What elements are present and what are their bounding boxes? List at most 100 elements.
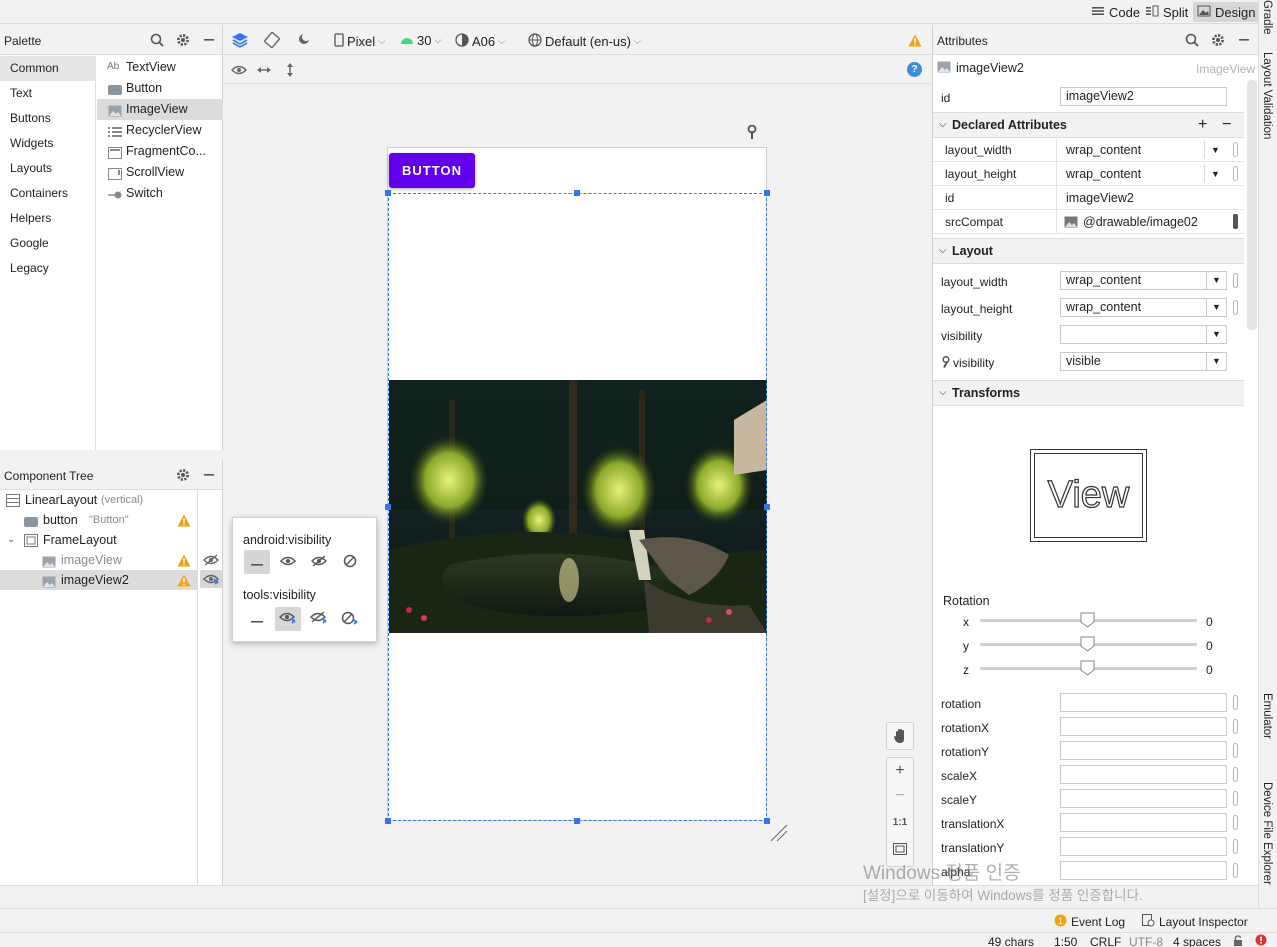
lock-icon[interactable] <box>1233 935 1243 947</box>
attributes-scrollbar[interactable] <box>1247 80 1257 330</box>
imageview2-selection[interactable] <box>385 190 770 824</box>
palette-item-button[interactable]: Button <box>97 78 223 99</box>
resource-picker-icon[interactable] <box>1233 166 1238 181</box>
palette-item-imageview[interactable]: ImageView <box>97 99 223 120</box>
search-icon[interactable] <box>149 32 165 48</box>
tree-row-imageview2[interactable]: imageView2 <box>0 570 197 590</box>
slider-thumb[interactable] <box>1080 612 1095 628</box>
tools-visibility-dropdown[interactable]: visible ▼ <box>1060 352 1227 371</box>
category-buttons[interactable]: Buttons <box>0 106 96 131</box>
resource-picker-icon[interactable] <box>1233 695 1238 710</box>
device-file-explorer-tab[interactable]: Device File Explorer <box>1261 782 1273 885</box>
zoom-out-icon[interactable]: − <box>891 787 909 805</box>
design-mode-button[interactable]: Design <box>1193 2 1260 22</box>
dropdown-arrow-icon[interactable]: ▼ <box>1204 165 1226 182</box>
resize-handle[interactable] <box>764 504 770 510</box>
night-mode-icon[interactable] <box>294 30 314 50</box>
category-layouts[interactable]: Layouts <box>0 156 96 181</box>
category-google[interactable]: Google <box>0 231 96 256</box>
tools-visibility-icon[interactable] <box>200 570 222 588</box>
visibility-gone-button[interactable] <box>337 550 363 574</box>
palette-item-recyclerview[interactable]: RecyclerView <box>97 120 223 141</box>
vertical-arrows-icon[interactable] <box>281 61 299 79</box>
minimize-icon[interactable] <box>1236 32 1252 48</box>
remove-attribute-icon[interactable]: − <box>1222 113 1231 137</box>
resize-handle[interactable] <box>385 504 391 510</box>
eye-icon[interactable] <box>230 61 248 79</box>
translationx-input[interactable] <box>1060 813 1227 832</box>
theme-dropdown[interactable]: A06 ⌵ <box>455 33 505 50</box>
horizontal-arrows-icon[interactable] <box>255 61 273 79</box>
alpha-input[interactable] <box>1060 861 1227 880</box>
layout-height-dropdown[interactable]: wrap_content ▼ <box>1060 298 1227 317</box>
caret-position[interactable]: 1:50 <box>1054 935 1077 947</box>
file-encoding[interactable]: UTF-8 <box>1129 935 1163 947</box>
minimize-icon[interactable] <box>201 467 217 483</box>
visibility-visible-button[interactable] <box>275 550 301 574</box>
palette-item-switch[interactable]: Switch <box>97 183 223 204</box>
visibility-invisible-button[interactable] <box>306 550 332 574</box>
layout-inspector-tab[interactable]: Layout Inspector <box>1142 914 1248 930</box>
resource-picker-icon[interactable] <box>1233 142 1238 157</box>
resource-picker-icon[interactable] <box>1233 839 1238 854</box>
add-attribute-icon[interactable]: + <box>1198 113 1207 137</box>
warning-icon[interactable] <box>177 553 191 567</box>
eye-off-icon[interactable] <box>202 552 220 568</box>
split-mode-button[interactable]: Split <box>1141 2 1192 22</box>
indent-setting[interactable]: 4 spaces <box>1173 935 1221 947</box>
tree-row-button[interactable]: button "Button" <box>0 510 197 530</box>
actual-size-icon[interactable]: 1:1 <box>890 813 910 831</box>
declared-attributes-header[interactable]: ⌵ Declared Attributes + − <box>933 112 1244 138</box>
chevron-down-icon[interactable]: ⌄ <box>7 530 15 550</box>
layers-icon[interactable] <box>230 30 250 50</box>
tree-row-framelayout[interactable]: ⌄ FrameLayout <box>0 530 197 550</box>
category-containers[interactable]: Containers <box>0 181 96 206</box>
transforms-section-header[interactable]: ⌵ Transforms <box>933 380 1244 406</box>
gear-icon[interactable] <box>175 467 191 483</box>
category-legacy[interactable]: Legacy <box>0 256 96 281</box>
pan-button[interactable] <box>886 722 914 750</box>
translationy-input[interactable] <box>1060 837 1227 856</box>
resource-picker-icon[interactable] <box>1233 743 1238 758</box>
category-text[interactable]: Text <box>0 81 96 106</box>
resize-handle[interactable] <box>574 818 580 824</box>
dropdown-arrow-icon[interactable]: ▼ <box>1204 141 1226 158</box>
id-input[interactable]: imageView2 <box>1060 87 1227 106</box>
layout-width-dropdown[interactable]: wrap_content ▼ <box>1060 271 1227 290</box>
gear-icon[interactable] <box>175 32 191 48</box>
event-log-tab[interactable]: 1 Event Log <box>1054 914 1125 930</box>
visibility-none-button[interactable] <box>244 550 270 574</box>
scalex-input[interactable] <box>1060 765 1227 784</box>
category-widgets[interactable]: Widgets <box>0 131 96 156</box>
declared-row[interactable]: layout_width wrap_content ▼ <box>933 138 1244 162</box>
help-icon[interactable]: ? <box>907 62 922 77</box>
palette-item-textview[interactable]: Ab TextView <box>97 57 223 78</box>
api-dropdown[interactable]: 30 ⌵ <box>400 33 441 48</box>
resize-corner-icon[interactable] <box>769 823 789 846</box>
palette-item-fragmentcontainer[interactable]: FragmentCo... <box>97 141 223 162</box>
code-mode-button[interactable]: Code <box>1087 2 1144 22</box>
line-separator[interactable]: CRLF <box>1090 935 1121 947</box>
resize-handle[interactable] <box>764 190 770 196</box>
wrench-icon[interactable] <box>745 124 759 140</box>
gradle-tab[interactable]: Gradle <box>1261 0 1273 35</box>
tree-row-linearlayout[interactable]: LinearLayout (vertical) <box>0 490 197 510</box>
minimize-icon[interactable] <box>201 32 217 48</box>
resize-handle[interactable] <box>574 190 580 196</box>
resource-picker-icon[interactable] <box>1233 863 1238 878</box>
rotation-input[interactable] <box>1060 693 1227 712</box>
category-common[interactable]: Common <box>0 56 96 81</box>
orientation-icon[interactable] <box>262 30 282 50</box>
layout-validation-tab[interactable]: Layout Validation <box>1261 52 1273 139</box>
resource-picker-icon[interactable] <box>1233 815 1238 830</box>
resource-picker-icon[interactable] <box>1233 300 1238 315</box>
locale-dropdown[interactable]: Default (en-us) ⌵ <box>528 33 641 50</box>
resource-picker-icon[interactable] <box>1233 214 1238 229</box>
device-dropdown[interactable]: Pixel ⌵ <box>334 33 385 50</box>
slider-thumb[interactable] <box>1080 660 1095 676</box>
category-helpers[interactable]: Helpers <box>0 206 96 231</box>
resource-picker-icon[interactable] <box>1233 719 1238 734</box>
tools-visibility-none-button[interactable] <box>244 607 270 631</box>
resource-picker-icon[interactable] <box>1233 791 1238 806</box>
tools-visibility-gone-button[interactable] <box>337 607 363 631</box>
